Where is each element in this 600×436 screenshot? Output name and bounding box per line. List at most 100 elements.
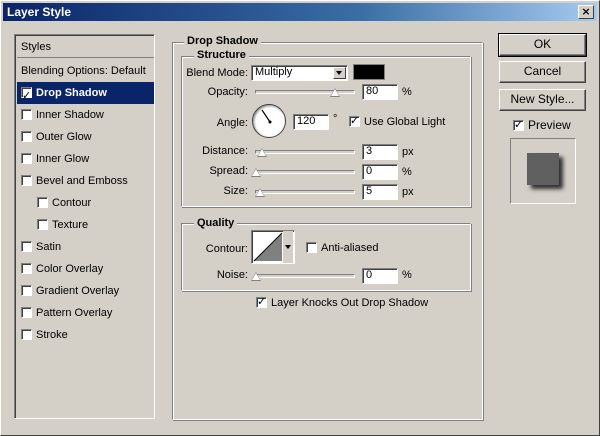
layer-style-dialog: Layer Style × Styles Blending Options: D… — [0, 0, 600, 436]
opacity-label: Opacity: — [207, 86, 248, 98]
inner-glow-checkbox[interactable] — [21, 153, 32, 164]
drop-shadow-checkbox[interactable] — [21, 85, 32, 107]
size-unit: px — [402, 186, 414, 198]
angle-input[interactable]: 120 — [293, 114, 329, 130]
styles-header[interactable]: Styles — [17, 36, 154, 58]
style-item-bevel-and-emboss[interactable]: Bevel and Emboss — [17, 170, 154, 192]
style-item-gradient-overlay[interactable]: Gradient Overlay — [17, 280, 154, 302]
contour-curve-icon — [253, 231, 293, 263]
size-input[interactable]: 5 — [362, 184, 398, 200]
blend-mode-value: Multiply — [255, 66, 293, 78]
use-global-light-toggle[interactable]: Use Global Light — [349, 114, 446, 128]
preview-toggle[interactable]: Preview — [513, 118, 571, 132]
slider-thumb[interactable] — [251, 168, 261, 177]
style-item-pattern-overlay[interactable]: Pattern Overlay — [17, 302, 154, 324]
spread-label: Spread: — [209, 165, 248, 177]
style-preview — [510, 138, 576, 204]
opacity-input[interactable]: 80 — [362, 84, 398, 100]
style-item-contour[interactable]: Contour — [17, 192, 154, 214]
anti-aliased-toggle[interactable]: Anti-aliased — [306, 242, 378, 254]
anti-aliased-checkbox[interactable] — [306, 242, 317, 253]
style-item-satin[interactable]: Satin — [17, 236, 154, 258]
layer-knocks-out-label: Layer Knocks Out Drop Shadow — [271, 297, 429, 309]
stroke-checkbox[interactable] — [21, 329, 32, 340]
distance-input[interactable]: 3 — [362, 144, 398, 160]
blend-mode-label: Blend Mode: — [186, 67, 248, 79]
style-item-texture[interactable]: Texture — [17, 214, 154, 236]
style-item-label: Color Overlay — [36, 263, 104, 275]
style-item-color-overlay[interactable]: Color Overlay — [17, 258, 154, 280]
style-item-label: Contour — [52, 197, 92, 209]
slider-track — [255, 150, 355, 154]
gradient-overlay-checkbox[interactable] — [21, 285, 32, 296]
slider-thumb[interactable] — [255, 188, 265, 197]
style-item-label: Stroke — [36, 329, 68, 341]
use-global-light-checkbox[interactable] — [349, 114, 360, 127]
style-item-label: Pattern Overlay — [36, 307, 113, 319]
slider-track — [255, 274, 355, 278]
anti-aliased-label: Anti-aliased — [321, 242, 379, 254]
spread-slider[interactable] — [251, 166, 355, 180]
distance-unit: px — [402, 146, 414, 158]
bevel-and-emboss-checkbox[interactable] — [21, 175, 32, 186]
style-item-inner-glow[interactable]: Inner Glow — [17, 148, 154, 170]
shadow-color-swatch[interactable] — [353, 64, 385, 80]
style-item-label: Texture — [52, 219, 89, 231]
slider-thumb[interactable] — [257, 148, 267, 157]
satin-checkbox[interactable] — [21, 241, 32, 252]
opacity-unit: % — [402, 86, 412, 98]
preview-shape — [527, 153, 559, 185]
angle-unit: ° — [333, 113, 338, 125]
style-item-outer-glow[interactable]: Outer Glow — [17, 126, 154, 148]
layer-knocks-out-checkbox[interactable] — [256, 295, 267, 308]
contour-picker[interactable] — [251, 230, 295, 264]
style-item-label: Gradient Overlay — [36, 285, 120, 297]
inner-shadow-checkbox[interactable] — [21, 109, 32, 120]
spread-input[interactable]: 0 — [362, 164, 398, 180]
size-label: Size: — [223, 185, 248, 197]
style-item-inner-shadow[interactable]: Inner Shadow — [17, 104, 154, 126]
chevron-down-icon — [333, 67, 346, 79]
style-item-label: Bevel and Emboss — [36, 175, 128, 187]
slider-track — [255, 90, 355, 94]
style-item-label: Outer Glow — [36, 131, 92, 143]
slider-thumb[interactable] — [330, 88, 340, 97]
preview-checkbox[interactable] — [513, 118, 524, 131]
blending-options-item[interactable]: Blending Options: Default — [17, 60, 154, 82]
color-overlay-checkbox[interactable] — [21, 263, 32, 274]
style-item-drop-shadow[interactable]: Drop Shadow — [17, 82, 154, 107]
use-global-light-label: Use Global Light — [364, 116, 446, 128]
slider-track — [255, 190, 355, 194]
slider-track — [255, 170, 355, 174]
texture-checkbox[interactable] — [37, 219, 48, 230]
drop-shadow-title: Drop Shadow — [184, 35, 261, 47]
style-item-label: Inner Glow — [36, 153, 90, 165]
cancel-button[interactable]: Cancel — [499, 61, 586, 83]
new-style-button[interactable]: New Style... — [499, 89, 586, 111]
contour-label: Contour: — [205, 243, 248, 255]
noise-unit: % — [402, 269, 412, 281]
pattern-overlay-checkbox[interactable] — [21, 307, 32, 318]
quality-title: Quality — [194, 217, 238, 229]
contour-checkbox[interactable] — [37, 197, 48, 208]
structure-title: Structure — [194, 49, 249, 61]
blend-mode-select[interactable]: Multiply — [251, 65, 348, 81]
distance-slider[interactable] — [255, 146, 355, 160]
layer-knocks-out-toggle[interactable]: Layer Knocks Out Drop Shadow — [256, 295, 429, 309]
outer-glow-checkbox[interactable] — [21, 131, 32, 142]
angle-dial[interactable] — [252, 104, 286, 138]
size-slider[interactable] — [255, 186, 355, 200]
opacity-slider[interactable] — [255, 86, 355, 100]
styles-list: Styles Blending Options: Default Drop Sh… — [14, 34, 155, 419]
slider-thumb[interactable] — [251, 272, 261, 281]
title-bar[interactable]: Layer Style × — [3, 3, 597, 21]
preview-label: Preview — [528, 118, 571, 132]
ok-button[interactable]: OK — [498, 33, 587, 57]
style-item-label: Satin — [36, 241, 62, 253]
noise-slider[interactable] — [251, 270, 355, 284]
angle-needle-icon — [261, 109, 272, 124]
style-item-stroke[interactable]: Stroke — [17, 324, 154, 346]
distance-label: Distance: — [202, 145, 248, 157]
close-button[interactable]: × — [578, 5, 594, 19]
noise-input[interactable]: 0 — [362, 268, 398, 284]
